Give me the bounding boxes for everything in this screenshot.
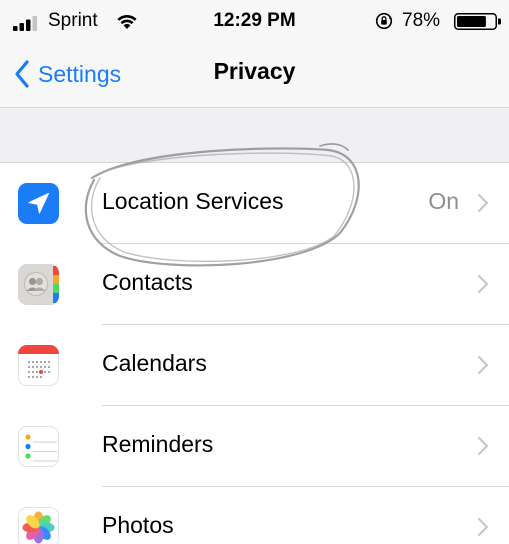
page-title: Privacy [213,58,296,84]
top-bar: Sprint 12:29 PM 78% Settings Privacy [0,0,509,108]
privacy-screen: Sprint 12:29 PM 78% Settings Privacy Loc… [0,0,509,544]
list-item-location-services[interactable]: Location Services On [0,163,509,244]
privacy-list: Location Services On Contacts Calendars … [0,163,509,544]
list-item-contacts[interactable]: Contacts [0,244,509,325]
list-item-photos[interactable]: Photos [0,487,509,544]
list-item-label: Location Services [102,188,284,214]
list-item-reminders[interactable]: Reminders [0,406,509,487]
navigation-bar: Settings Privacy [0,48,509,100]
chevron-right-icon [477,436,489,456]
rotation-lock-icon [375,12,393,30]
chevron-right-icon [477,274,489,294]
section-spacer [0,108,509,163]
battery-percentage: 78% [402,10,441,31]
chevron-right-icon [477,355,489,375]
list-item-label: Calendars [102,350,207,376]
location-arrow-icon [18,183,59,224]
chevron-right-icon [477,517,489,537]
status-bar: Sprint 12:29 PM 78% [0,0,509,40]
location-services-status: On [428,188,459,214]
contacts-icon [18,264,59,305]
reminders-icon [18,426,59,467]
chevron-right-icon [477,193,489,213]
photos-icon [18,507,59,544]
list-item-label: Reminders [102,431,214,457]
list-item-calendars[interactable]: Calendars [0,325,509,406]
battery-icon [454,13,501,30]
list-item-label: Photos [102,512,174,538]
list-item-label: Contacts [102,269,193,295]
calendar-icon [18,345,59,386]
